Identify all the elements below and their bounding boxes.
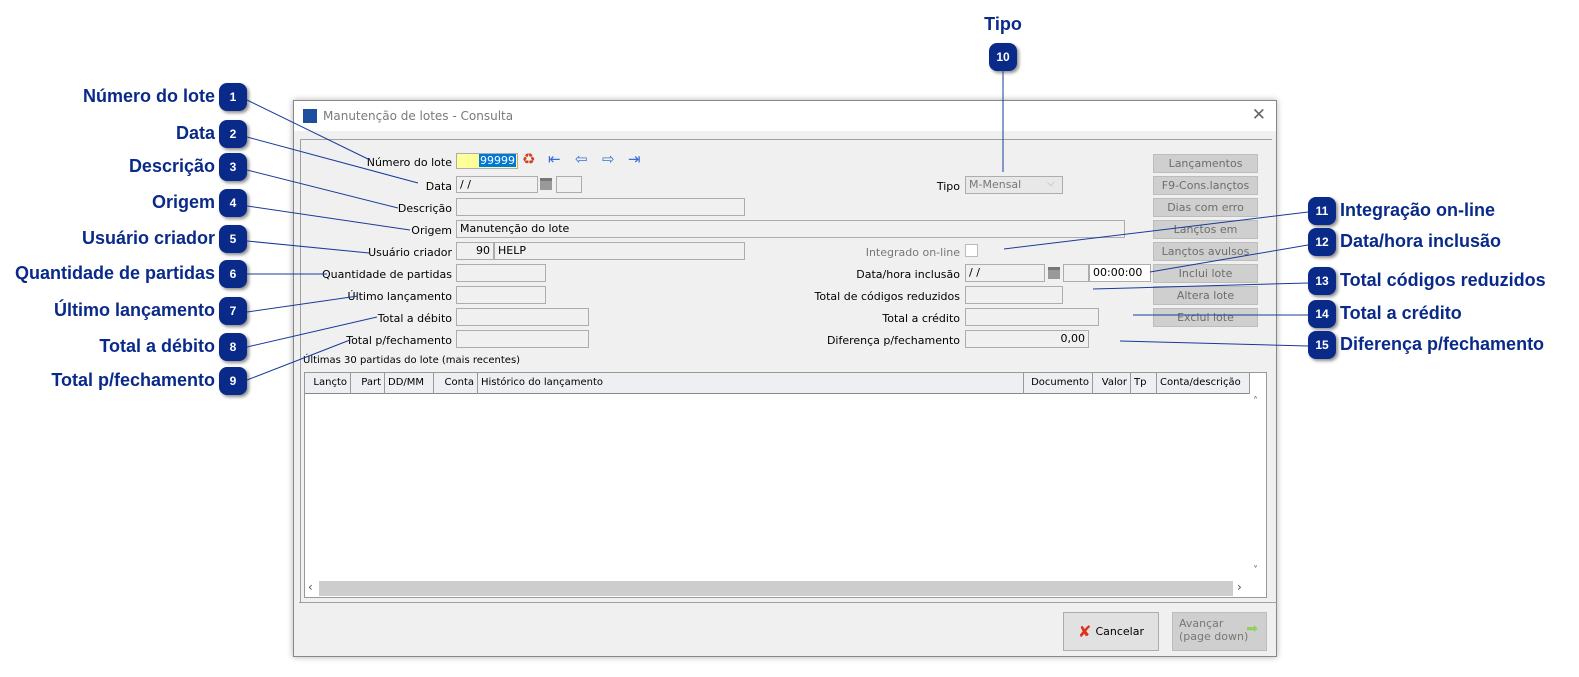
- callout-line: [1119, 340, 1309, 347]
- callout-line: [246, 99, 371, 161]
- callout-line: [1149, 244, 1309, 273]
- callout-line: [246, 240, 370, 254]
- callout-line: [1092, 282, 1309, 290]
- callout-line: [1003, 211, 1309, 250]
- callout-line: [246, 339, 351, 381]
- callout-line: [246, 316, 378, 348]
- callout-line: [246, 205, 411, 231]
- callout-line: [246, 295, 359, 313]
- callout-lines: [246, 70, 1309, 381]
- callout-line: [246, 169, 399, 209]
